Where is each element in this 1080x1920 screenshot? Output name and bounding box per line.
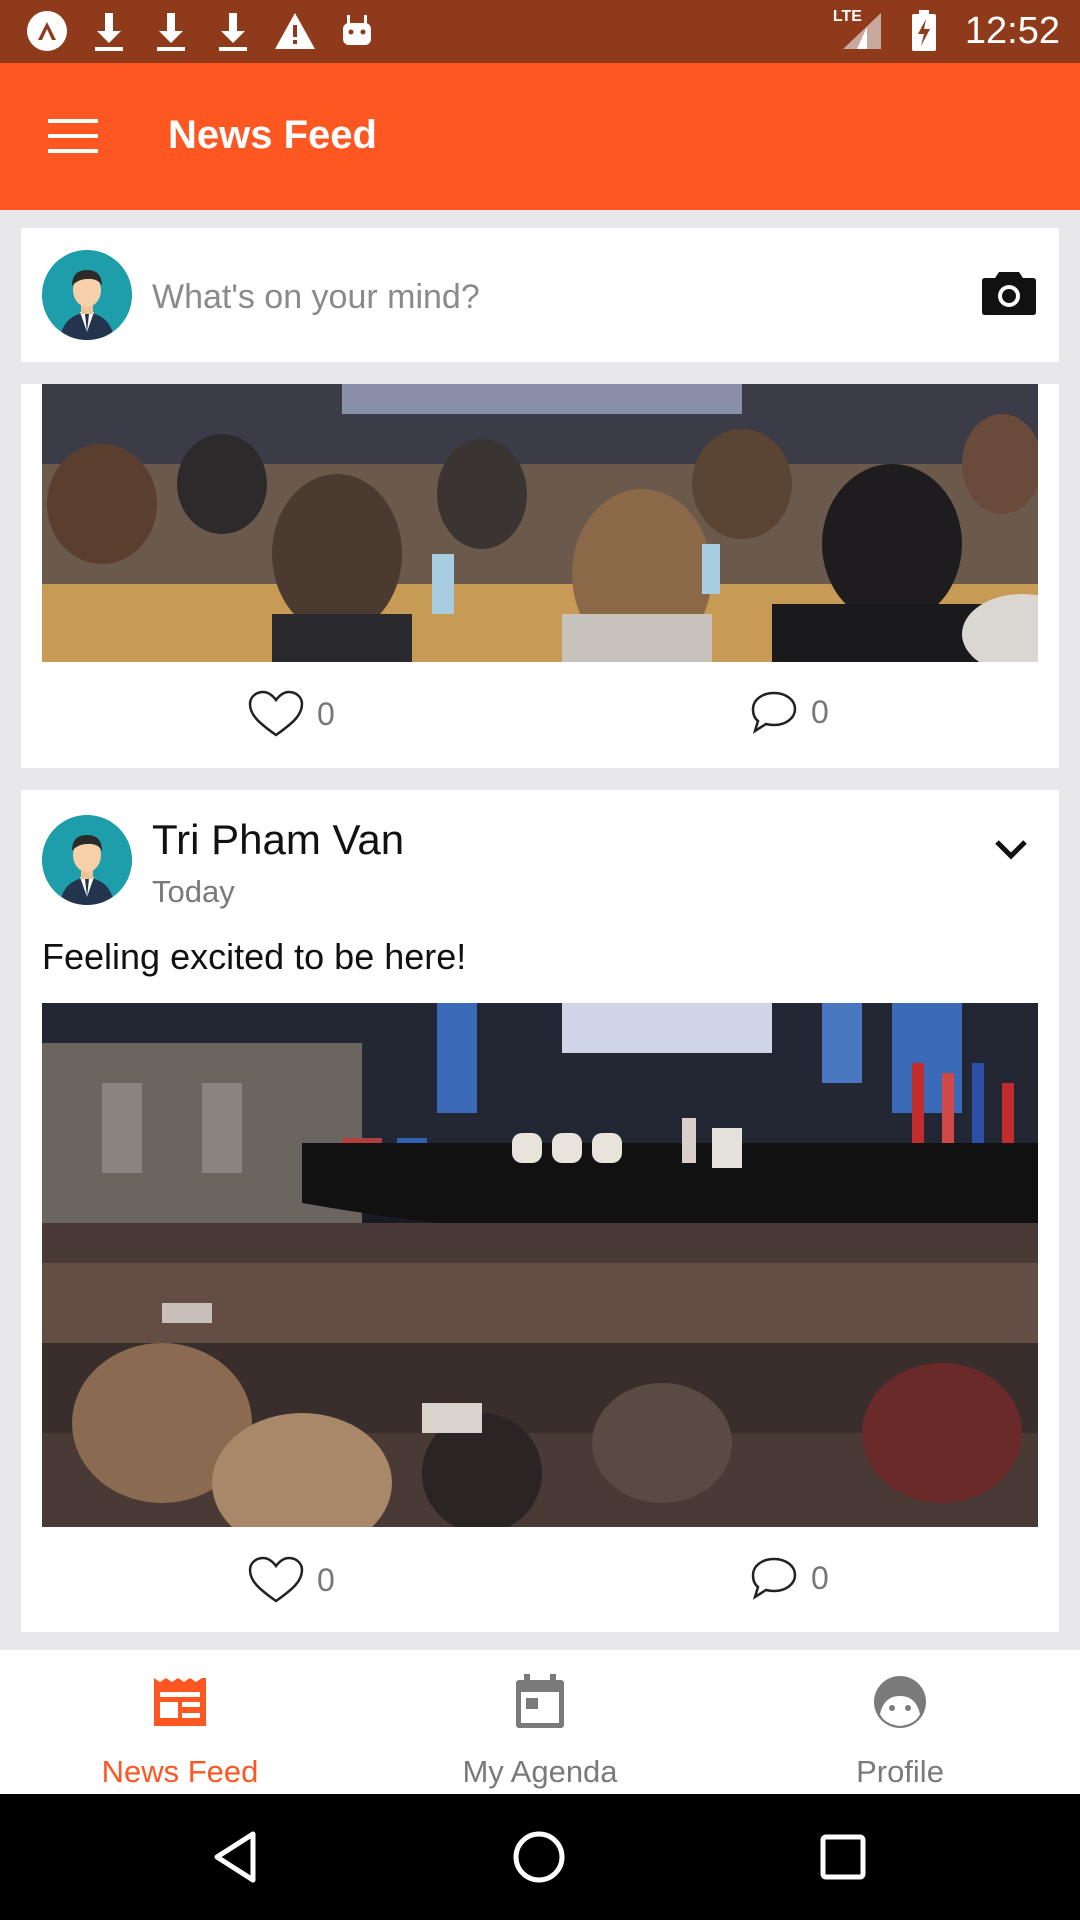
back-icon xyxy=(214,1831,256,1883)
post-composer xyxy=(21,228,1059,362)
comment-count: 0 xyxy=(811,693,829,730)
app-icon xyxy=(24,8,70,54)
menu-button[interactable] xyxy=(36,103,110,169)
comment-button[interactable]: 0 xyxy=(749,1555,829,1601)
comment-count: 0 xyxy=(811,1559,829,1596)
news-feed-icon xyxy=(154,1678,206,1726)
avatar[interactable] xyxy=(42,250,132,340)
recent-apps-icon xyxy=(820,1834,866,1880)
chevron-down-icon xyxy=(995,840,1027,860)
like-count: 0 xyxy=(317,1561,335,1598)
signal-icon: LTE xyxy=(833,8,883,54)
avatar[interactable] xyxy=(42,815,132,905)
post-card: 0 0 xyxy=(21,384,1059,768)
home-button[interactable] xyxy=(504,1822,574,1892)
profile-icon xyxy=(874,1676,926,1728)
back-button[interactable] xyxy=(201,1822,271,1892)
home-icon xyxy=(513,1831,565,1883)
warning-icon xyxy=(272,8,318,54)
status-input[interactable] xyxy=(152,272,942,322)
system-navigation-bar xyxy=(0,1794,1080,1920)
tab-profile[interactable]: Profile xyxy=(720,1650,1080,1794)
post-options-button[interactable] xyxy=(987,828,1035,872)
post-card: Tri Pham Van Today Feeling excited to be… xyxy=(21,790,1059,1632)
tab-label: News Feed xyxy=(101,1754,259,1789)
post-image[interactable] xyxy=(42,384,1038,662)
comment-icon xyxy=(751,691,797,734)
post-author[interactable]: Tri Pham Van xyxy=(152,816,404,864)
download-icon xyxy=(148,8,194,54)
hamburger-menu-icon xyxy=(48,119,98,153)
recent-apps-button[interactable] xyxy=(808,1822,878,1892)
heart-icon xyxy=(248,1556,304,1603)
like-button[interactable]: 0 xyxy=(247,1555,335,1605)
camera-icon xyxy=(982,272,1036,315)
battery-charging-icon xyxy=(901,8,947,54)
android-icon xyxy=(334,8,380,54)
like-count: 0 xyxy=(317,695,335,732)
tab-my-agenda[interactable]: My Agenda xyxy=(360,1650,720,1794)
calendar-icon xyxy=(516,1674,564,1728)
status-bar: LTE 12:52 xyxy=(0,0,1080,63)
post-text: Feeling excited to be here! xyxy=(42,936,467,977)
post-timestamp: Today xyxy=(152,874,235,909)
like-button[interactable]: 0 xyxy=(247,689,335,739)
heart-icon xyxy=(248,690,304,737)
app-bar: News Feed xyxy=(0,63,1080,210)
network-type: LTE xyxy=(832,8,862,25)
camera-button[interactable] xyxy=(981,268,1037,320)
tab-label: My Agenda xyxy=(462,1754,618,1789)
status-time: 12:52 xyxy=(964,9,1060,52)
bottom-navigation: News Feed My Agenda Profile xyxy=(0,1650,1080,1794)
comment-button[interactable]: 0 xyxy=(749,689,829,735)
system-status-icons: LTE 12:52 xyxy=(833,8,1060,54)
download-icon xyxy=(210,8,256,54)
tab-label: Profile xyxy=(856,1754,944,1789)
post-image[interactable] xyxy=(42,1003,1038,1527)
notification-icons xyxy=(24,8,380,54)
download-icon xyxy=(86,8,132,54)
tab-news-feed[interactable]: News Feed xyxy=(0,1650,360,1794)
comment-icon xyxy=(751,1557,797,1600)
page-title: News Feed xyxy=(168,113,377,157)
